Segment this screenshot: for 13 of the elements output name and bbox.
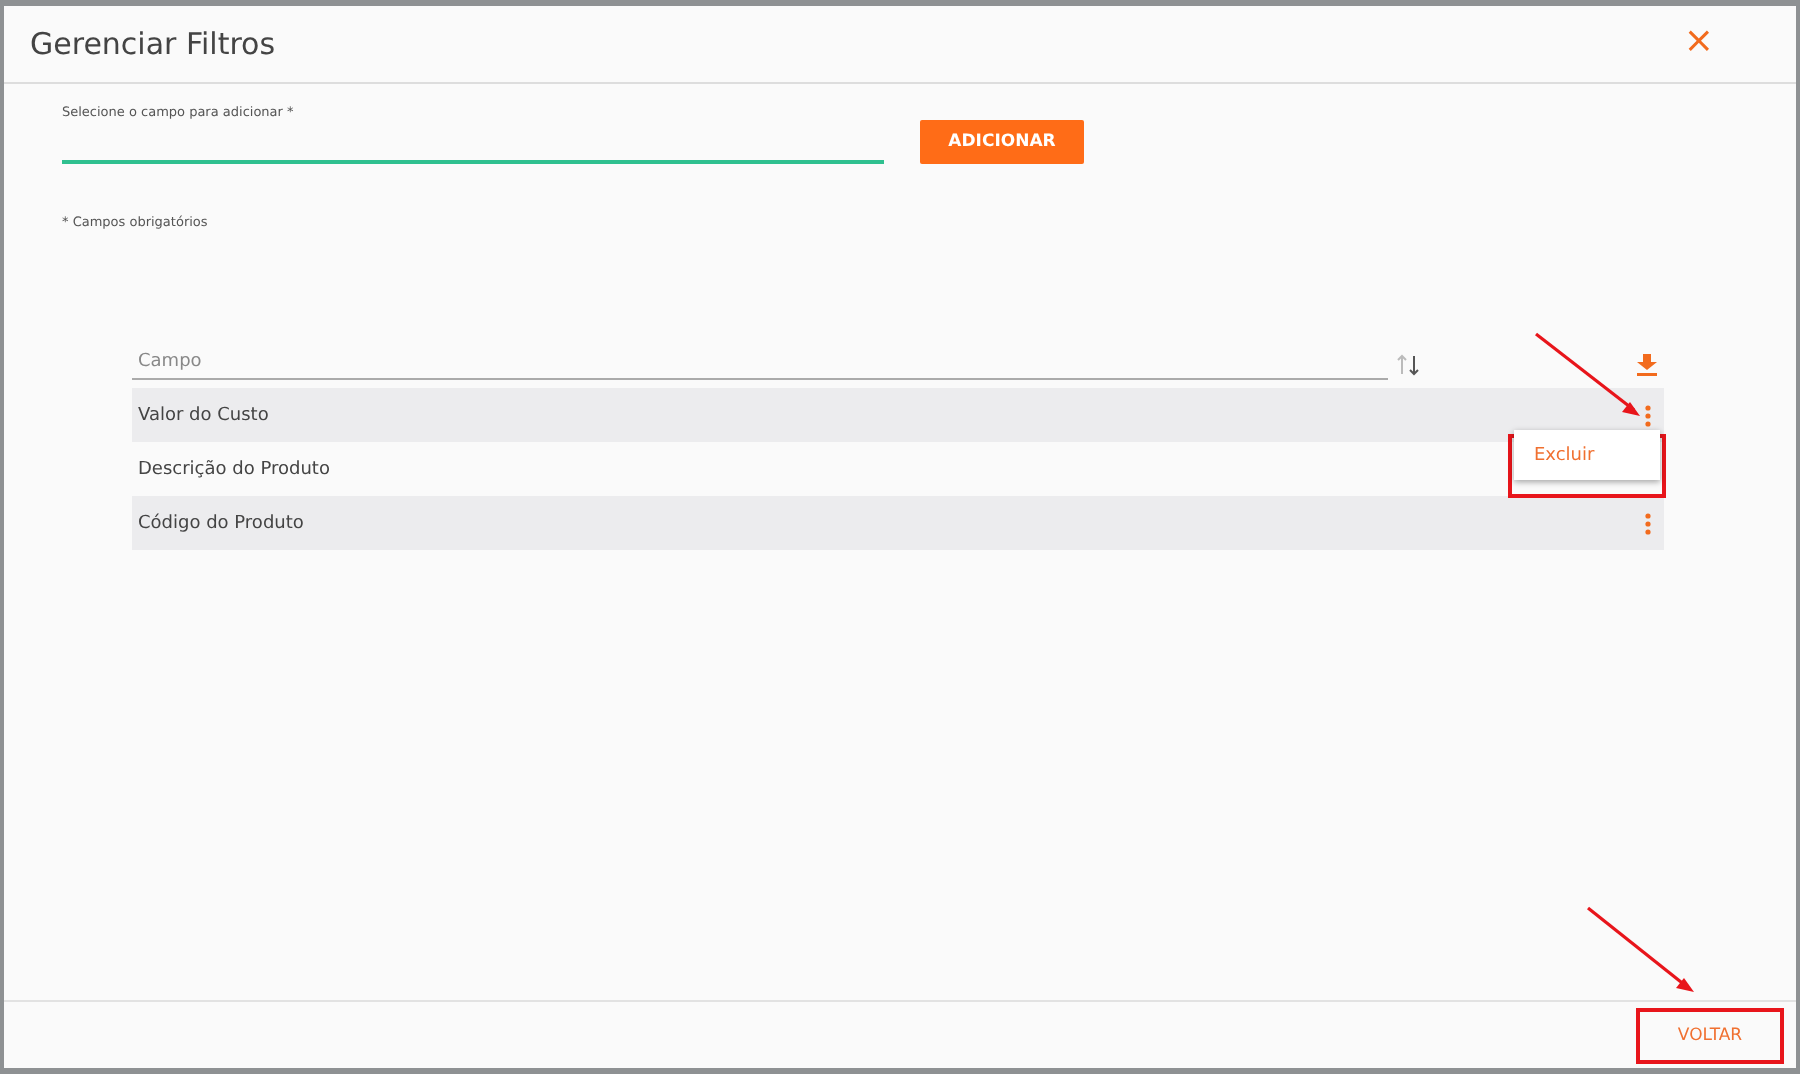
table-row[interactable]: Valor do Custo <box>132 388 1664 442</box>
download-icon[interactable] <box>1636 354 1658 376</box>
column-header: Campo <box>132 351 1388 379</box>
kebab-menu-icon[interactable] <box>1644 511 1652 535</box>
field-name: Descrição do Produto <box>138 459 332 479</box>
sort-icon[interactable] <box>1396 354 1420 376</box>
annotation-arrow <box>1587 906 1694 992</box>
table-row[interactable]: Código do Produto <box>132 496 1664 550</box>
field-name: Código do Produto <box>138 513 306 533</box>
annotation-arrow <box>1535 332 1640 416</box>
field-name: Valor do Custo <box>138 405 271 425</box>
dialog-title: Gerenciar Filtros <box>30 26 276 62</box>
kebab-menu-icon[interactable] <box>1644 403 1652 427</box>
